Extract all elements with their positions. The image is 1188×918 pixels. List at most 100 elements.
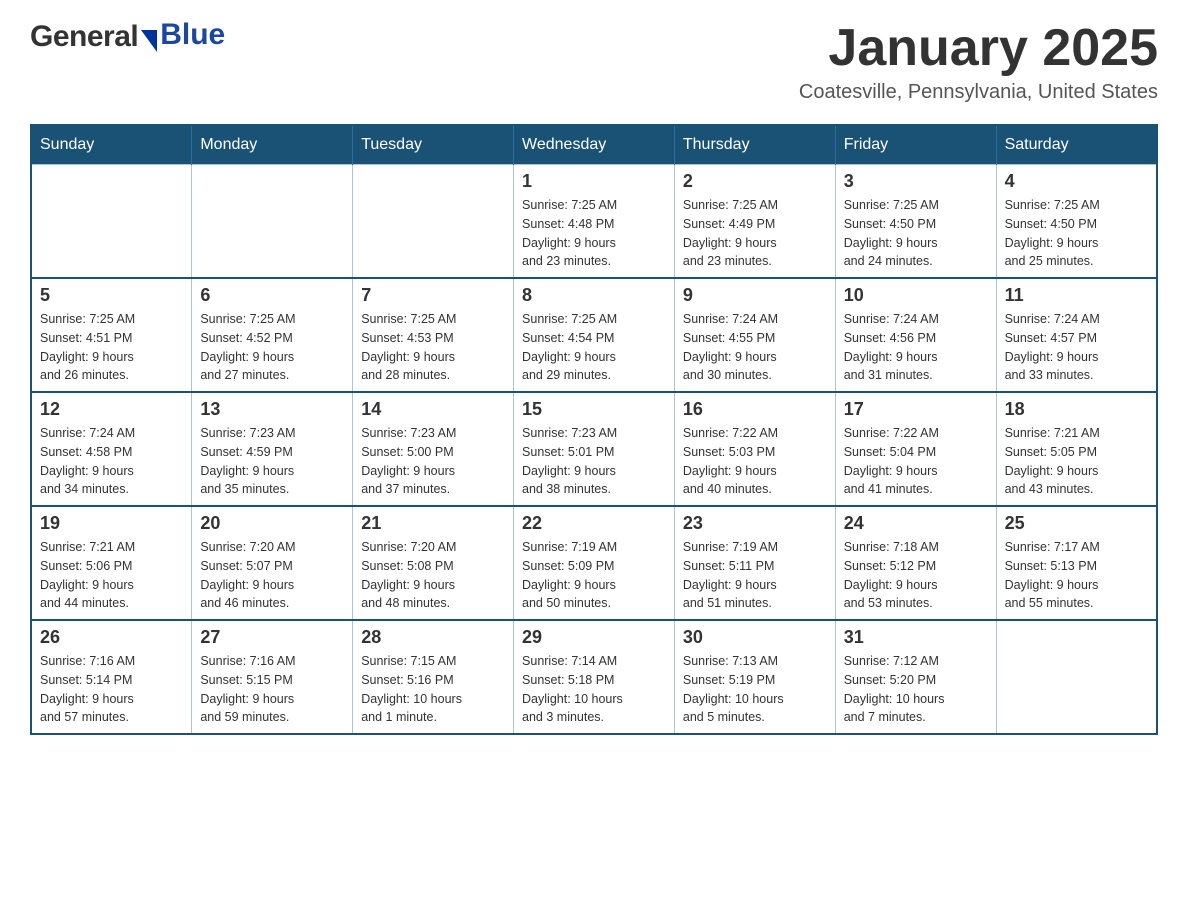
calendar-cell: 5Sunrise: 7:25 AMSunset: 4:51 PMDaylight…	[31, 278, 192, 392]
calendar-cell	[353, 165, 514, 279]
day-number: 9	[683, 285, 827, 306]
logo-general-text: General	[30, 20, 138, 54]
day-number: 23	[683, 513, 827, 534]
calendar-cell: 2 Sunrise: 7:25 AMSunset: 4:49 PMDaylight…	[674, 165, 835, 279]
calendar-cell	[996, 620, 1157, 734]
calendar-cell: 26Sunrise: 7:16 AMSunset: 5:14 PMDayligh…	[31, 620, 192, 734]
calendar-cell: 20Sunrise: 7:20 AMSunset: 5:07 PMDayligh…	[192, 506, 353, 620]
day-number: 31	[844, 627, 988, 648]
page-header: General Blue January 2025 Coatesville, P…	[30, 20, 1158, 104]
calendar-header-row: SundayMondayTuesdayWednesdayThursdayFrid…	[31, 125, 1157, 165]
day-info: Sunrise: 7:22 AMSunset: 5:03 PMDaylight:…	[683, 424, 827, 499]
day-info: Sunrise: 7:25 AMSunset: 4:53 PMDaylight:…	[361, 310, 505, 385]
calendar-week-row: 5Sunrise: 7:25 AMSunset: 4:51 PMDaylight…	[31, 278, 1157, 392]
day-info: Sunrise: 7:21 AMSunset: 5:06 PMDaylight:…	[40, 538, 183, 613]
day-number: 30	[683, 627, 827, 648]
calendar-day-header: Wednesday	[514, 125, 675, 165]
logo-container: General	[30, 20, 160, 54]
calendar-week-row: 1 Sunrise: 7:25 AMSunset: 4:48 PMDaylight…	[31, 165, 1157, 279]
calendar-week-row: 26Sunrise: 7:16 AMSunset: 5:14 PMDayligh…	[31, 620, 1157, 734]
day-info: Sunrise: 7:18 AMSunset: 5:12 PMDaylight:…	[844, 538, 988, 613]
calendar-day-header: Friday	[835, 125, 996, 165]
day-number: 8	[522, 285, 666, 306]
day-info: Sunrise: 7:23 AMSunset: 5:00 PMDaylight:…	[361, 424, 505, 499]
day-number: 18	[1005, 399, 1148, 420]
day-number: 29	[522, 627, 666, 648]
day-info: Sunrise: 7:19 AMSunset: 5:11 PMDaylight:…	[683, 538, 827, 613]
calendar-cell: 13 Sunrise: 7:23 AMSunset: 4:59 PMDayligh…	[192, 392, 353, 506]
calendar-day-header: Thursday	[674, 125, 835, 165]
day-info: Sunrise: 7:25 AMSunset: 4:50 PMDaylight:…	[844, 196, 988, 271]
day-number: 11	[1005, 285, 1148, 306]
calendar-week-row: 19 Sunrise: 7:21 AMSunset: 5:06 PMDayligh…	[31, 506, 1157, 620]
calendar-cell: 12Sunrise: 7:24 AMSunset: 4:58 PMDayligh…	[31, 392, 192, 506]
day-number: 25	[1005, 513, 1148, 534]
calendar-cell: 9 Sunrise: 7:24 AMSunset: 4:55 PMDaylight…	[674, 278, 835, 392]
day-number: 20	[200, 513, 344, 534]
day-info: Sunrise: 7:24 AMSunset: 4:55 PMDaylight:…	[683, 310, 827, 385]
calendar-cell: 19 Sunrise: 7:21 AMSunset: 5:06 PMDayligh…	[31, 506, 192, 620]
day-info: Sunrise: 7:12 AMSunset: 5:20 PMDaylight:…	[844, 652, 988, 727]
title-section: January 2025 Coatesville, Pennsylvania, …	[799, 20, 1158, 104]
day-number: 7	[361, 285, 505, 306]
day-number: 6	[200, 285, 344, 306]
day-info: Sunrise: 7:23 AMSunset: 4:59 PMDaylight:…	[200, 424, 344, 499]
day-info: Sunrise: 7:19 AMSunset: 5:09 PMDaylight:…	[522, 538, 666, 613]
calendar-day-header: Sunday	[31, 125, 192, 165]
day-number: 22	[522, 513, 666, 534]
day-info: Sunrise: 7:20 AMSunset: 5:08 PMDaylight:…	[361, 538, 505, 613]
calendar-cell: 1 Sunrise: 7:25 AMSunset: 4:48 PMDaylight…	[514, 165, 675, 279]
day-number: 19	[40, 513, 183, 534]
calendar-cell: 15Sunrise: 7:23 AMSunset: 5:01 PMDayligh…	[514, 392, 675, 506]
month-title: January 2025	[799, 20, 1158, 77]
calendar-day-header: Tuesday	[353, 125, 514, 165]
calendar-table: SundayMondayTuesdayWednesdayThursdayFrid…	[30, 124, 1158, 735]
day-info: Sunrise: 7:22 AMSunset: 5:04 PMDaylight:…	[844, 424, 988, 499]
calendar-cell: 7 Sunrise: 7:25 AMSunset: 4:53 PMDaylight…	[353, 278, 514, 392]
calendar-cell: 17Sunrise: 7:22 AMSunset: 5:04 PMDayligh…	[835, 392, 996, 506]
day-info: Sunrise: 7:25 AMSunset: 4:54 PMDaylight:…	[522, 310, 666, 385]
day-number: 24	[844, 513, 988, 534]
calendar-cell: 3 Sunrise: 7:25 AMSunset: 4:50 PMDaylight…	[835, 165, 996, 279]
day-info: Sunrise: 7:25 AMSunset: 4:48 PMDaylight:…	[522, 196, 666, 271]
day-number: 3	[844, 171, 988, 192]
calendar-cell: 11Sunrise: 7:24 AMSunset: 4:57 PMDayligh…	[996, 278, 1157, 392]
logo-triangle-icon	[141, 30, 157, 52]
day-number: 12	[40, 399, 183, 420]
logo: General Blue	[30, 20, 225, 54]
calendar-day-header: Saturday	[996, 125, 1157, 165]
calendar-cell: 16Sunrise: 7:22 AMSunset: 5:03 PMDayligh…	[674, 392, 835, 506]
day-number: 13	[200, 399, 344, 420]
day-number: 10	[844, 285, 988, 306]
calendar-cell: 28 Sunrise: 7:15 AMSunset: 5:16 PMDayligh…	[353, 620, 514, 734]
day-number: 4	[1005, 171, 1148, 192]
day-info: Sunrise: 7:15 AMSunset: 5:16 PMDaylight:…	[361, 652, 505, 727]
calendar-cell: 25 Sunrise: 7:17 AMSunset: 5:13 PMDayligh…	[996, 506, 1157, 620]
day-info: Sunrise: 7:25 AMSunset: 4:50 PMDaylight:…	[1005, 196, 1148, 271]
calendar-cell: 14Sunrise: 7:23 AMSunset: 5:00 PMDayligh…	[353, 392, 514, 506]
day-info: Sunrise: 7:21 AMSunset: 5:05 PMDaylight:…	[1005, 424, 1148, 499]
calendar-cell	[192, 165, 353, 279]
day-number: 1	[522, 171, 666, 192]
day-number: 28	[361, 627, 505, 648]
calendar-cell: 22 Sunrise: 7:19 AMSunset: 5:09 PMDayligh…	[514, 506, 675, 620]
day-number: 2	[683, 171, 827, 192]
calendar-cell: 4 Sunrise: 7:25 AMSunset: 4:50 PMDaylight…	[996, 165, 1157, 279]
day-info: Sunrise: 7:23 AMSunset: 5:01 PMDaylight:…	[522, 424, 666, 499]
day-info: Sunrise: 7:16 AMSunset: 5:15 PMDaylight:…	[200, 652, 344, 727]
calendar-cell: 31 Sunrise: 7:12 AMSunset: 5:20 PMDayligh…	[835, 620, 996, 734]
calendar-cell: 29 Sunrise: 7:14 AMSunset: 5:18 PMDayligh…	[514, 620, 675, 734]
calendar-cell: 30Sunrise: 7:13 AMSunset: 5:19 PMDayligh…	[674, 620, 835, 734]
day-number: 21	[361, 513, 505, 534]
day-number: 27	[200, 627, 344, 648]
day-info: Sunrise: 7:25 AMSunset: 4:49 PMDaylight:…	[683, 196, 827, 271]
location: Coatesville, Pennsylvania, United States	[799, 81, 1158, 104]
calendar-cell: 23 Sunrise: 7:19 AMSunset: 5:11 PMDayligh…	[674, 506, 835, 620]
logo-blue-text: Blue	[160, 18, 225, 51]
calendar-cell: 27 Sunrise: 7:16 AMSunset: 5:15 PMDayligh…	[192, 620, 353, 734]
day-info: Sunrise: 7:25 AMSunset: 4:52 PMDaylight:…	[200, 310, 344, 385]
calendar-cell: 21 Sunrise: 7:20 AMSunset: 5:08 PMDayligh…	[353, 506, 514, 620]
day-info: Sunrise: 7:14 AMSunset: 5:18 PMDaylight:…	[522, 652, 666, 727]
day-info: Sunrise: 7:17 AMSunset: 5:13 PMDaylight:…	[1005, 538, 1148, 613]
day-info: Sunrise: 7:24 AMSunset: 4:56 PMDaylight:…	[844, 310, 988, 385]
